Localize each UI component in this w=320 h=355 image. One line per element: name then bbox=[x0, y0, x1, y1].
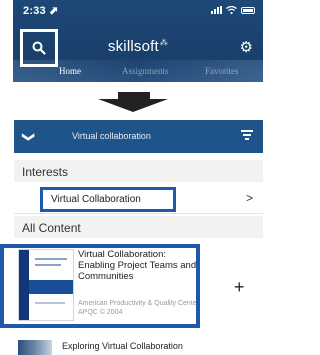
home-screen: 2:33 ⬈ skillsoft⁂ ⚙ Home Assignments Fav… bbox=[13, 0, 263, 82]
down-arrow-icon bbox=[0, 92, 266, 112]
tab-assignments[interactable]: Assignments bbox=[122, 66, 169, 76]
status-time: 2:33 ⬈ bbox=[23, 5, 59, 17]
section-heading-interests: Interests bbox=[14, 160, 263, 182]
brand-name: skillsoft bbox=[107, 38, 159, 55]
results-header: ❯ Virtual collaboration bbox=[14, 120, 263, 153]
search-results-screen: ❯ Virtual collaboration Interests Virtua… bbox=[0, 120, 266, 355]
list-item[interactable]: Exploring Virtual Collaboration bbox=[14, 334, 263, 355]
content-thumbnail bbox=[18, 340, 52, 355]
interest-row[interactable]: Virtual Collaboration > bbox=[14, 184, 263, 214]
interest-item[interactable]: Virtual Collaboration bbox=[40, 187, 176, 212]
list-item-title[interactable]: Exploring Virtual Collaboration bbox=[62, 341, 183, 351]
status-icons bbox=[211, 6, 255, 14]
brand-mark: ⁂ bbox=[159, 38, 169, 47]
tab-bar: Home Assignments Favorites bbox=[13, 66, 263, 80]
tab-home[interactable]: Home bbox=[59, 66, 81, 76]
add-icon[interactable]: + bbox=[234, 277, 245, 298]
battery-icon bbox=[241, 6, 255, 14]
app-logo: skillsoft⁂ bbox=[13, 38, 263, 55]
highlight-frame bbox=[0, 244, 200, 328]
gear-icon[interactable]: ⚙ bbox=[240, 40, 253, 55]
search-query[interactable]: Virtual collaboration bbox=[72, 131, 151, 141]
wifi-icon bbox=[226, 6, 237, 14]
signal-icon bbox=[211, 6, 222, 14]
tab-favorites[interactable]: Favorites bbox=[205, 66, 239, 76]
section-heading-all-content: All Content bbox=[14, 216, 263, 238]
filter-icon[interactable] bbox=[241, 130, 253, 142]
status-bar: 2:33 ⬈ bbox=[13, 0, 263, 22]
collapse-icon[interactable]: ❯ bbox=[22, 132, 36, 142]
chevron-right-icon: > bbox=[245, 191, 253, 205]
